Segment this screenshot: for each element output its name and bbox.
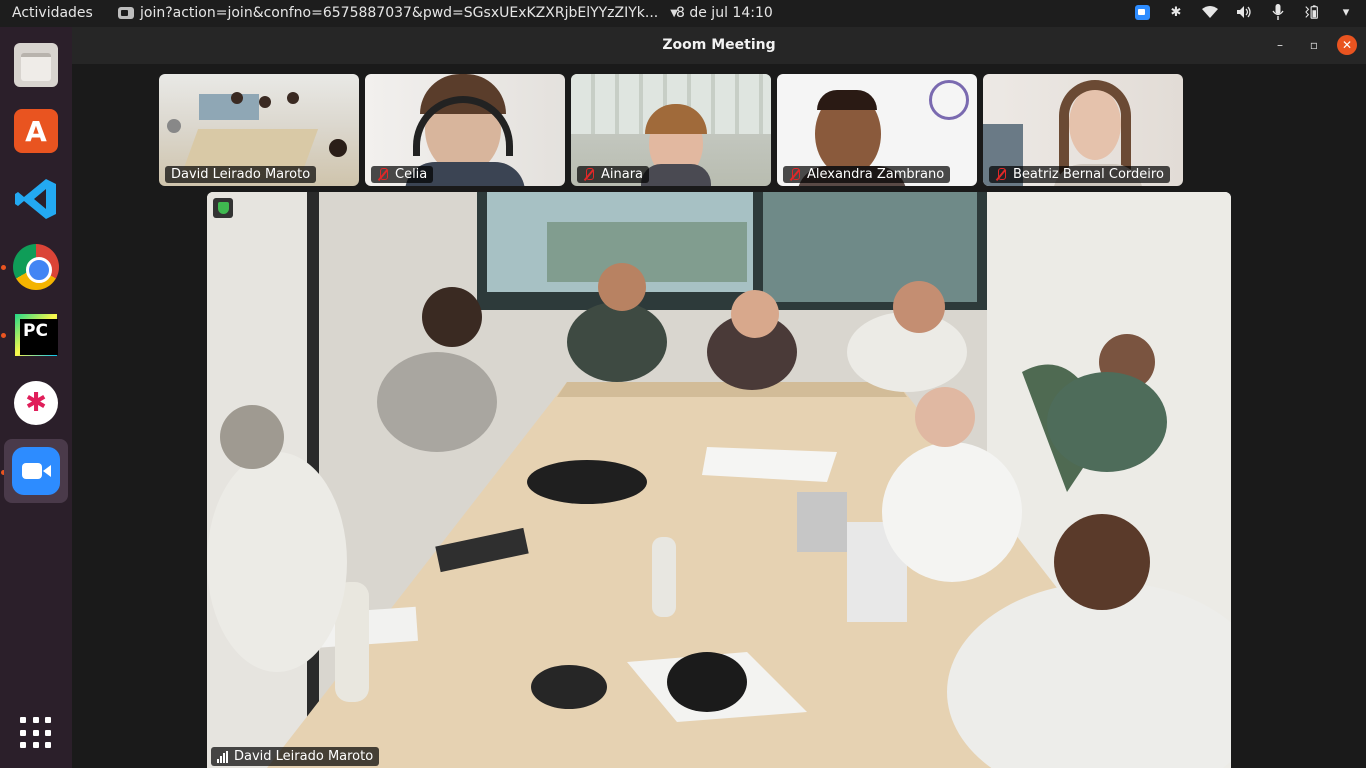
- dock-software[interactable]: A: [4, 99, 68, 163]
- top-bar: Actividades join?action=join&confno=6575…: [0, 0, 1366, 27]
- system-tray: ✱ ▾: [1135, 4, 1354, 20]
- participant-name-label: Alexandra Zambrano: [783, 166, 951, 183]
- signal-strength-icon: [217, 750, 228, 763]
- conference-room-scene: [207, 192, 1231, 768]
- dock: A ✱: [0, 27, 72, 768]
- clock[interactable]: 8 de jul 14:10: [676, 5, 773, 21]
- dock-slack[interactable]: ✱: [4, 371, 68, 435]
- active-speaker-video[interactable]: David Leirado Maroto: [207, 192, 1231, 768]
- encryption-shield-icon[interactable]: [213, 198, 233, 218]
- window-title: Zoom Meeting: [662, 37, 776, 53]
- app-window-title: join?action=join&confno=6575887037&pwd=S…: [140, 5, 659, 21]
- dock-vscode[interactable]: [4, 167, 68, 231]
- participant-tile[interactable]: Beatriz Bernal Cordeiro: [983, 74, 1183, 186]
- pycharm-icon: [15, 314, 58, 356]
- participant-name-label: David Leirado Maroto: [165, 166, 317, 183]
- dock-files[interactable]: [4, 33, 68, 97]
- dock-chrome[interactable]: [4, 235, 68, 299]
- dock-zoom[interactable]: [4, 439, 68, 503]
- files-icon: [14, 43, 58, 87]
- participant-name-label: Celia: [371, 166, 434, 183]
- wifi-icon[interactable]: [1202, 4, 1218, 20]
- participant-tile[interactable]: Ainara: [571, 74, 771, 186]
- slack-icon: ✱: [14, 381, 58, 425]
- muted-microphone-icon: [995, 167, 1007, 182]
- microphone-icon[interactable]: [1270, 4, 1286, 20]
- muted-microphone-icon: [377, 167, 389, 182]
- volume-icon[interactable]: [1236, 4, 1252, 20]
- slack-tray-icon[interactable]: ✱: [1168, 4, 1184, 20]
- muted-microphone-icon: [583, 167, 595, 182]
- app-menu[interactable]: join?action=join&confno=6575887037&pwd=S…: [118, 5, 678, 21]
- maximize-button[interactable]: ▫: [1307, 38, 1321, 52]
- participant-name-label: Ainara: [577, 166, 650, 183]
- power-menu-icon[interactable]: ▾: [1338, 4, 1354, 20]
- close-button[interactable]: ✕: [1337, 35, 1357, 55]
- chrome-icon: [13, 244, 59, 290]
- zoom-app-icon: [118, 7, 134, 19]
- participant-tile[interactable]: Celia: [365, 74, 565, 186]
- title-bar[interactable]: Zoom Meeting – ▫ ✕: [72, 27, 1366, 64]
- participant-tile[interactable]: Alexandra Zambrano: [777, 74, 977, 186]
- zoom-tray-icon[interactable]: [1135, 4, 1150, 20]
- participant-tile[interactable]: David Leirado Maroto: [159, 74, 359, 186]
- speaker-name-label: David Leirado Maroto: [211, 747, 380, 766]
- app-grid-icon: [20, 717, 52, 749]
- vscode-icon: [14, 177, 58, 221]
- minimize-button[interactable]: –: [1273, 38, 1287, 52]
- battery-icon[interactable]: [1304, 4, 1320, 20]
- show-applications-button[interactable]: [4, 701, 68, 765]
- dock-pycharm[interactable]: [4, 303, 68, 367]
- zoom-window: Zoom Meeting – ▫ ✕ David Leirado Maroto …: [72, 27, 1366, 768]
- software-store-icon: A: [14, 109, 58, 153]
- participant-name-label: Beatriz Bernal Cordeiro: [989, 166, 1170, 183]
- activities-button[interactable]: Actividades: [12, 5, 93, 21]
- muted-microphone-icon: [789, 167, 801, 182]
- zoom-icon: [12, 447, 60, 495]
